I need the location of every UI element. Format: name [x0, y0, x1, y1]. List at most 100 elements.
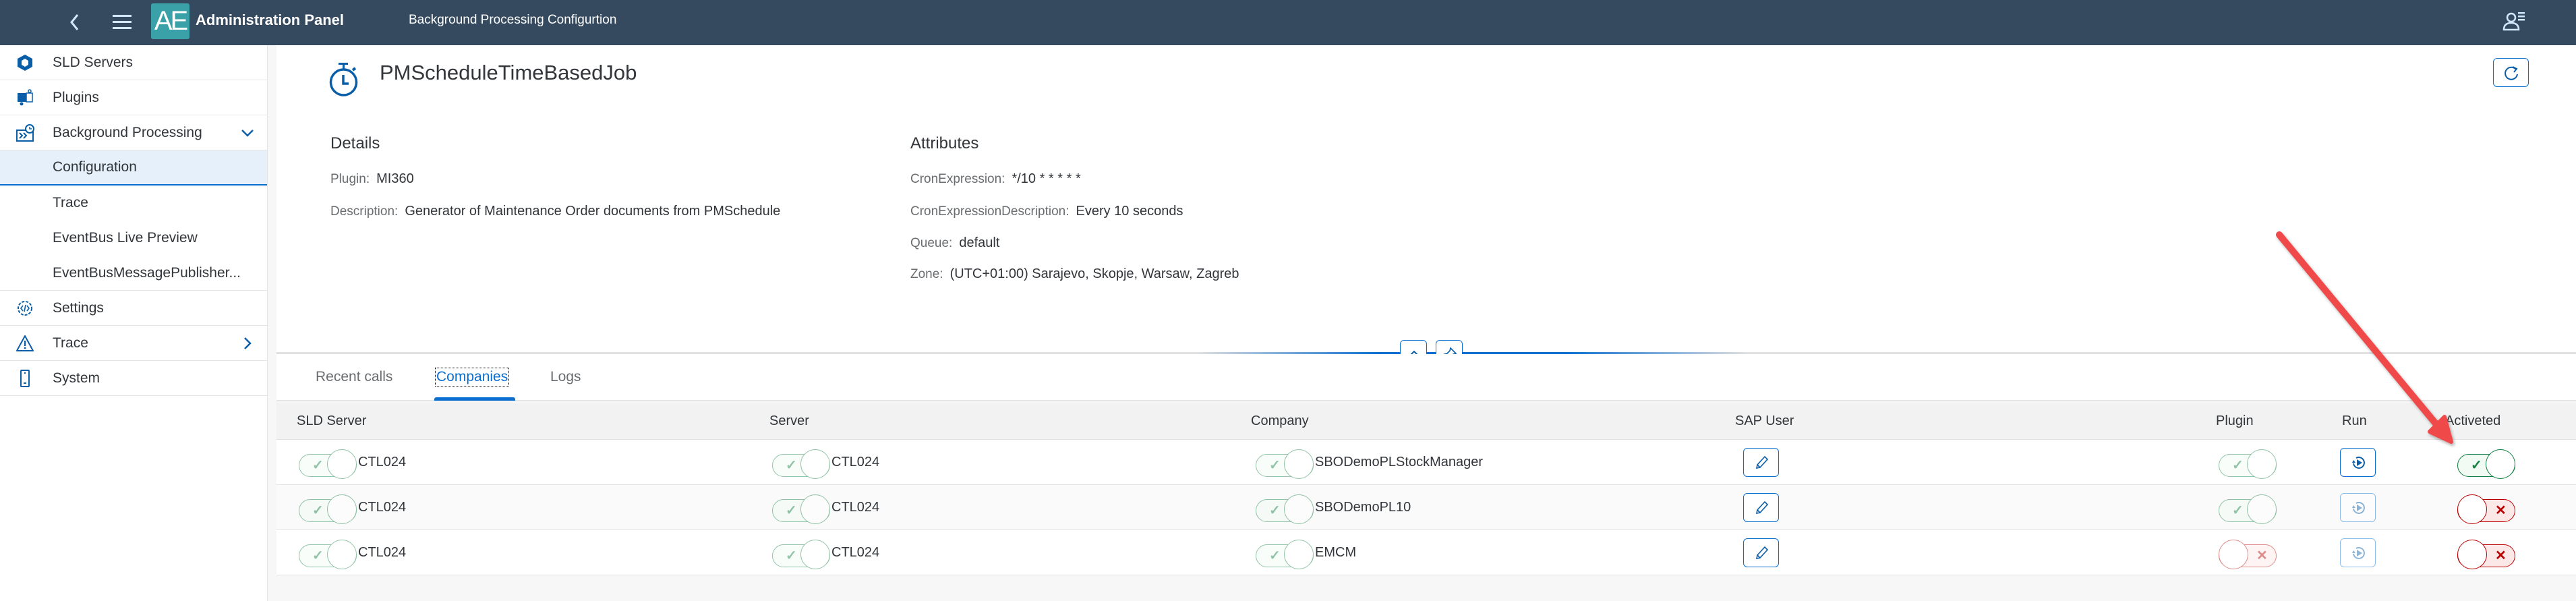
field-label: CronExpression: — [910, 172, 1005, 186]
sidebar-item-system[interactable]: System — [0, 361, 267, 396]
table-cell: ✓ CTL024 — [772, 530, 879, 575]
switch-knob — [800, 539, 830, 569]
cross-icon: ✕ — [2495, 548, 2507, 563]
sld-server-switch[interactable]: ✓ — [299, 449, 357, 479]
server-switch[interactable]: ✓ — [772, 539, 830, 569]
switch-knob — [1284, 494, 1314, 524]
run-icon — [2352, 501, 2365, 514]
field-value: default — [959, 235, 1000, 250]
plugin-switch[interactable]: ✓ — [2219, 494, 2277, 524]
pencil-icon — [1755, 546, 1769, 560]
switch-knob — [2219, 539, 2248, 569]
activated-switch[interactable]: ✕ — [2457, 539, 2515, 569]
sld-server-name: CTL024 — [358, 500, 407, 515]
check-icon: ✓ — [1269, 548, 1281, 563]
server-name: CTL024 — [831, 500, 880, 515]
tab-bar: Recent calls Companies Logs — [276, 354, 2576, 401]
sidebar-item-label: EventBusMessagePublisher... — [53, 264, 241, 281]
switch-knob — [327, 449, 357, 479]
chevron-right-icon[interactable] — [239, 335, 256, 351]
sidebar-item-eventbus-live-preview[interactable]: EventBus Live Preview — [0, 221, 267, 256]
table-cell: ✓ CTL024 — [299, 440, 406, 485]
user-settings-icon — [2502, 12, 2525, 31]
check-icon: ✓ — [1269, 503, 1281, 518]
tab-companies[interactable]: Companies — [434, 368, 510, 387]
sidebar-item-label: System — [53, 370, 100, 386]
sidebar-item-configuration[interactable]: Configuration — [0, 150, 267, 185]
check-icon: ✓ — [786, 457, 797, 473]
pencil-icon — [1755, 455, 1769, 469]
column-header-company: Company — [1251, 413, 1309, 428]
field-label: Plugin: — [330, 172, 370, 186]
switch-knob — [2247, 494, 2277, 524]
server-switch[interactable]: ✓ — [772, 449, 830, 479]
pencil-icon — [1755, 500, 1769, 515]
plugin-switch[interactable]: ✕ — [2219, 539, 2277, 569]
plugins-icon — [18, 89, 33, 106]
field-plugin: Plugin: MI360 — [330, 171, 414, 187]
activated-switch[interactable]: ✓ — [2457, 449, 2515, 479]
field-value: (UTC+01:00) Sarajevo, Skopje, Warsaw, Za… — [949, 266, 1239, 281]
sld-server-name: CTL024 — [358, 545, 407, 560]
sidebar-item-background-processing[interactable]: Background Processing — [0, 115, 267, 150]
column-header-sap-user: SAP User — [1735, 413, 1794, 428]
company-name: EMCM — [1315, 545, 1357, 560]
activated-switch[interactable]: ✕ — [2457, 494, 2515, 524]
field-description: Description: Generator of Maintenance Ord… — [330, 204, 780, 219]
server-name: CTL024 — [831, 455, 880, 469]
sidebar-item-eventbus-message-publisher[interactable]: EventBusMessagePublisher... — [0, 256, 267, 291]
edit-sap-user-button[interactable] — [1743, 448, 1779, 477]
plugin-switch[interactable]: ✓ — [2219, 449, 2277, 479]
column-header-run: Run — [2342, 413, 2367, 428]
tab-logs[interactable]: Logs — [550, 369, 581, 385]
company-switch[interactable]: ✓ — [1256, 539, 1314, 569]
details-heading: Details — [330, 134, 380, 152]
table-row: ✓ CTL024 ✓ CTL024 ✓ SBODemoPLStockManager ✓ ✓ — [276, 440, 2576, 485]
sidebar-item-plugins[interactable]: Plugins — [0, 80, 267, 115]
active-tab-indicator — [434, 397, 515, 401]
run-button[interactable] — [2340, 448, 2376, 477]
side-navigation: SLD Servers Plugins Background Processin… — [0, 45, 268, 601]
edit-sap-user-button[interactable] — [1743, 538, 1779, 567]
sidebar-item-settings[interactable]: Settings — [0, 291, 267, 326]
sidebar-item-label: Plugins — [53, 89, 99, 105]
refresh-icon — [2505, 66, 2518, 80]
tab-recent-calls[interactable]: Recent calls — [316, 369, 392, 385]
run-button[interactable] — [2340, 493, 2376, 522]
run-button[interactable] — [2340, 538, 2376, 567]
field-label: Queue: — [910, 236, 953, 250]
column-header-plugin: Plugin — [2216, 413, 2254, 428]
switch-knob — [2457, 539, 2487, 569]
sidebar-item-trace-sub[interactable]: Trace — [0, 185, 267, 221]
company-switch[interactable]: ✓ — [1256, 494, 1314, 524]
attributes-heading: Attributes — [910, 134, 979, 152]
user-menu-button[interactable] — [2500, 9, 2527, 32]
back-button[interactable] — [65, 9, 85, 35]
sidebar-item-label: Trace — [53, 335, 88, 351]
menu-button[interactable] — [111, 12, 133, 32]
table-cell — [2340, 440, 2376, 485]
sidebar-item-sld-servers[interactable]: SLD Servers — [0, 45, 267, 80]
stopwatch-icon — [329, 63, 358, 96]
table-cell: ✓ CTL024 — [299, 530, 406, 575]
sidebar-item-trace[interactable]: Trace — [0, 326, 267, 361]
app-title: Administration Panel — [196, 11, 345, 28]
table-cell — [2340, 485, 2376, 530]
cross-icon: ✕ — [2495, 503, 2507, 518]
switch-knob — [800, 494, 830, 524]
sld-server-switch[interactable]: ✓ — [299, 539, 357, 569]
edit-sap-user-button[interactable] — [1743, 493, 1779, 522]
table-cell: ✓ SBODemoPL10 — [1256, 485, 1411, 530]
field-value: MI360 — [376, 171, 414, 186]
company-switch[interactable]: ✓ — [1256, 449, 1314, 479]
refresh-button[interactable] — [2493, 58, 2529, 87]
chevron-down-icon[interactable] — [239, 125, 256, 141]
table-cell: ✓ CTL024 — [772, 440, 879, 485]
sld-server-switch[interactable]: ✓ — [299, 494, 357, 524]
field-value: */10 * * * * * — [1012, 171, 1081, 186]
table-cell: ✕ — [2219, 530, 2277, 575]
object-title: PMScheduleTimeBasedJob — [380, 61, 637, 84]
server-switch[interactable]: ✓ — [772, 494, 830, 524]
check-icon: ✓ — [2232, 503, 2244, 518]
app-logo: AE — [151, 3, 189, 39]
